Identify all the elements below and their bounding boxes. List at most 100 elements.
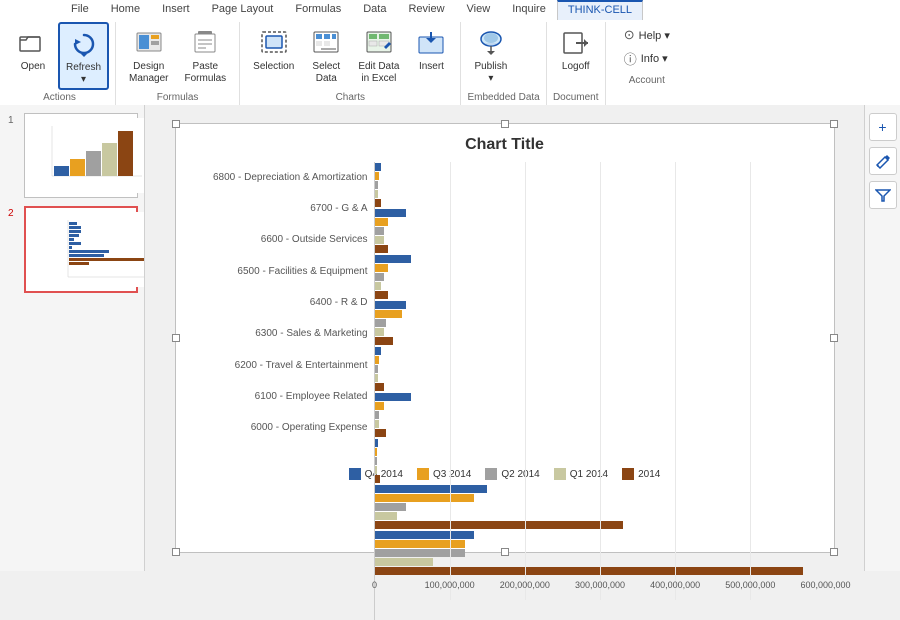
publish-button[interactable]: Publish▾ (467, 22, 514, 88)
bar-group-1 (375, 208, 826, 254)
handle-mid-left[interactable] (172, 334, 180, 342)
bar-group-5 (375, 392, 826, 438)
selection-button[interactable]: Selection (246, 22, 301, 76)
main-area: 1 2 (0, 105, 900, 571)
design-manager-button[interactable]: DesignManager (122, 22, 175, 88)
x-tick-6: 600,000,000 (800, 580, 850, 590)
y-label-2: 6600 - Outside Services (184, 234, 368, 246)
bar-5-2014 (375, 429, 386, 437)
formulas-group-label: Formulas (122, 90, 233, 105)
tab-home[interactable]: Home (100, 0, 151, 20)
add-button[interactable]: + (869, 113, 897, 141)
bar-0-q2 (375, 181, 379, 189)
bar-group-0 (375, 162, 826, 208)
logoff-button[interactable]: Logoff (553, 22, 599, 76)
account-group-label: Account (612, 73, 682, 88)
tab-page-layout[interactable]: Page Layout (201, 0, 285, 20)
edit-data-label: Edit Datain Excel (358, 61, 399, 85)
tab-formulas[interactable]: Formulas (284, 0, 352, 20)
charts-buttons: Selection SelectDat (246, 22, 454, 90)
tab-file[interactable]: File (60, 0, 100, 20)
bar-4-q2 (375, 365, 379, 373)
bar-7-q2 (375, 503, 407, 511)
tab-think-cell[interactable]: THINK-CELL (557, 0, 643, 20)
bar-8-q4 (375, 531, 474, 539)
insert-icon (415, 27, 447, 59)
filter-button[interactable] (869, 181, 897, 209)
bar-4-q1 (375, 374, 379, 382)
account-items: ⊙ Help ▾ ⓘ Info ▾ (612, 22, 682, 73)
handle-mid-right[interactable] (830, 334, 838, 342)
slide-panel: 1 2 (0, 105, 145, 571)
bar-1-q4 (375, 209, 407, 217)
logoff-label: Logoff (562, 61, 590, 73)
bar-6-q4 (375, 439, 379, 447)
bar-5-q1 (375, 420, 380, 428)
chart-bars-area: 0 100,000,000 200,000,000 300,000,000 40… (374, 162, 826, 620)
help-icon: ⊙ (624, 27, 635, 43)
bar-group-6 (375, 438, 826, 484)
open-icon (17, 27, 49, 59)
open-label: Open (21, 61, 45, 73)
chart-container[interactable]: Chart Title 6800 - Depreciation & Amorti… (175, 123, 835, 553)
edit-data-button[interactable]: Edit Datain Excel (351, 22, 406, 88)
handle-top-left[interactable] (172, 120, 180, 128)
handle-bot-left[interactable] (172, 548, 180, 556)
bar-8-2014 (375, 567, 803, 575)
y-label-1: 6700 - G & A (184, 203, 368, 215)
select-data-icon (310, 27, 342, 59)
tab-data[interactable]: Data (352, 0, 397, 20)
bar-1-q1 (375, 236, 384, 244)
slide-1-number: 1 (8, 115, 14, 126)
y-label-7: 6100 - Employee Related (184, 391, 368, 403)
bar-3-q3 (375, 310, 402, 318)
ribbon-group-charts: Selection SelectDat (240, 22, 461, 105)
bar-0-2014 (375, 199, 382, 207)
bar-6-q2 (375, 457, 377, 465)
y-label-8: 6000 - Operating Expense (184, 422, 368, 434)
help-label: Help ▾ (639, 29, 670, 42)
bar-group-3 (375, 300, 826, 346)
chart-title: Chart Title (184, 132, 826, 162)
ribbon: File Home Insert Page Layout Formulas Da… (0, 0, 900, 105)
actions-group-label: Actions (10, 90, 109, 105)
bar-0-q1 (375, 190, 378, 198)
slide-2-thumb[interactable] (24, 206, 138, 293)
tab-view[interactable]: View (456, 0, 502, 20)
handle-bot-mid[interactable] (501, 548, 509, 556)
publish-label: Publish▾ (474, 61, 507, 85)
document-buttons: Logoff (553, 22, 599, 90)
tab-inquire[interactable]: Inquire (501, 0, 557, 20)
select-data-button[interactable]: SelectData (303, 22, 349, 88)
slide-2-number: 2 (8, 208, 14, 219)
refresh-button[interactable]: Refresh▾ (58, 22, 109, 90)
paste-formulas-button[interactable]: PasteFormulas (177, 22, 233, 88)
paste-formulas-label: PasteFormulas (184, 61, 226, 85)
actions-buttons: Open Refresh▾ (10, 22, 109, 90)
document-group-label: Document (553, 90, 599, 105)
pen-button[interactable] (869, 147, 897, 175)
tab-insert[interactable]: Insert (151, 0, 201, 20)
slide-1-thumb[interactable] (24, 113, 138, 198)
insert-button[interactable]: Insert (408, 22, 454, 76)
open-button[interactable]: Open (10, 22, 56, 76)
embedded-buttons: Publish▾ (467, 22, 539, 90)
publish-icon (475, 27, 507, 59)
bar-8-q2 (375, 549, 465, 557)
handle-top-mid[interactable] (501, 120, 509, 128)
help-item[interactable]: ⊙ Help ▾ (620, 26, 674, 44)
tab-review[interactable]: Review (397, 0, 455, 20)
design-manager-icon (133, 27, 165, 59)
bar-5-q2 (375, 411, 380, 419)
handle-top-right[interactable] (830, 120, 838, 128)
select-data-label: SelectData (312, 61, 340, 85)
handle-bot-right[interactable] (830, 548, 838, 556)
formulas-buttons: DesignManager PasteFormulas (122, 22, 233, 90)
insert-label: Insert (419, 61, 444, 73)
y-label-5: 6300 - Sales & Marketing (184, 328, 368, 340)
bar-4-2014 (375, 383, 384, 391)
ribbon-tabs: File Home Insert Page Layout Formulas Da… (0, 0, 900, 20)
info-item[interactable]: ⓘ Info ▾ (620, 48, 674, 69)
bar-6-2014 (375, 475, 380, 483)
x-tick-0: 0 (372, 580, 377, 590)
